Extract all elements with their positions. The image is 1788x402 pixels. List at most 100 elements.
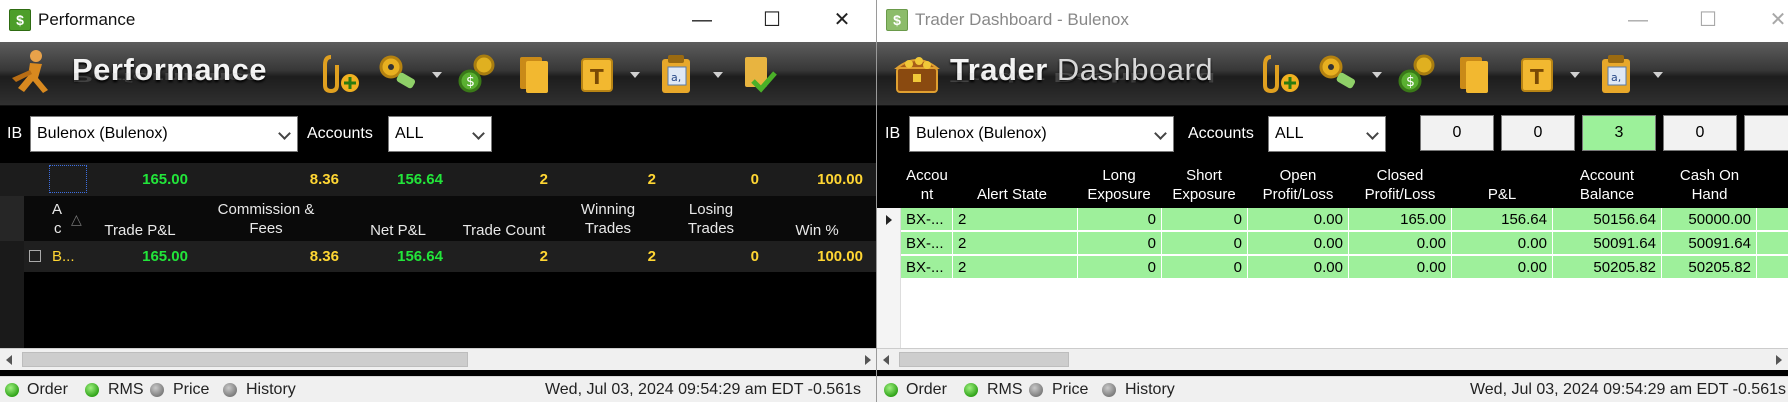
- add-attachment-tool[interactable]: [315, 48, 365, 100]
- maximize-button[interactable]: ☐: [737, 0, 807, 42]
- col-long-line2[interactable]: Exposure: [1077, 185, 1161, 204]
- template-tool[interactable]: T: [572, 48, 622, 100]
- col-win-pct[interactable]: Win %: [782, 221, 852, 240]
- close-button[interactable]: ✕: [807, 0, 876, 42]
- horizontal-scrollbar[interactable]: [877, 348, 1788, 370]
- dropdown-arrow-icon[interactable]: [432, 72, 442, 78]
- minimize-button[interactable]: —: [667, 0, 737, 42]
- folders-icon: [1460, 57, 1488, 93]
- row-header-gutter: [0, 196, 24, 241]
- performance-window: $ Performance — ☐ ✕ Performance Performa…: [0, 0, 877, 402]
- col-balance-line2[interactable]: Balance: [1553, 185, 1661, 204]
- col-losing-line2[interactable]: Trades: [674, 219, 748, 238]
- template-tool[interactable]: T: [1512, 48, 1562, 100]
- chevron-down-icon: [472, 127, 485, 140]
- col-winning-line2[interactable]: Trades: [566, 219, 650, 238]
- count-box-5[interactable]: [1744, 115, 1788, 151]
- col-short-line2[interactable]: Exposure: [1162, 185, 1246, 204]
- count-box-1[interactable]: 0: [1420, 115, 1494, 151]
- close-button[interactable]: ✕: [1743, 0, 1788, 42]
- treasure-chest-logo-icon: [894, 57, 940, 93]
- history-status-icon: [1102, 383, 1116, 397]
- row-expand-checkbox[interactable]: [29, 250, 41, 262]
- horizontal-scrollbar[interactable]: [0, 348, 876, 370]
- table-row[interactable]: BX-... 2 0 0 0.00 0.00 0.00 50091.64 500…: [901, 232, 1788, 255]
- scroll-right-icon[interactable]: [865, 355, 871, 365]
- scroll-left-icon[interactable]: [6, 355, 12, 365]
- col-open-line2[interactable]: Profit/Loss: [1248, 185, 1348, 204]
- folders-tool[interactable]: [1450, 48, 1500, 100]
- minimize-button[interactable]: —: [1603, 0, 1673, 42]
- dropdown-arrow-icon[interactable]: [630, 72, 640, 78]
- col-commission-line2[interactable]: Fees: [196, 219, 336, 238]
- col-cash-line2[interactable]: Hand: [1662, 185, 1757, 204]
- scrollbar-thumb[interactable]: [899, 352, 1069, 367]
- col-closed-line1[interactable]: Closed: [1349, 166, 1451, 185]
- row-header-gutter: [877, 208, 901, 348]
- title-bar: $ Performance — ☐ ✕: [0, 0, 876, 42]
- cell-long: 0: [1078, 232, 1162, 255]
- cell-short: 0: [1162, 256, 1248, 279]
- count-box-3[interactable]: 3: [1582, 115, 1656, 151]
- col-winning-line1[interactable]: Winning: [566, 200, 650, 219]
- money-settings-tool[interactable]: $: [452, 48, 502, 100]
- dropdown-arrow-icon[interactable]: [1372, 72, 1382, 78]
- cell-account: B...: [52, 248, 75, 265]
- history-status-label: History: [1125, 381, 1175, 398]
- count-box-2[interactable]: 0: [1501, 115, 1575, 151]
- folders-tool[interactable]: [510, 48, 560, 100]
- table-row[interactable]: B... 165.00 8.36 156.64 2 2 0 100.00: [24, 241, 876, 272]
- dropdown-arrow-icon[interactable]: [713, 72, 723, 78]
- dropdown-arrow-icon[interactable]: [1570, 72, 1580, 78]
- status-bar: Order RMS Price History Wed, Jul 03, 202…: [877, 376, 1788, 402]
- table-row[interactable]: BX-... 2 0 0 0.00 0.00 0.00 50205.82 502…: [901, 256, 1788, 279]
- export-tool[interactable]: [733, 48, 783, 100]
- accounts-select[interactable]: ALL: [1268, 116, 1386, 152]
- summary-row: 165.00 8.36 156.64 2 2 0 100.00: [0, 163, 876, 196]
- scroll-left-icon[interactable]: [883, 355, 889, 365]
- accounts-label: Accounts: [307, 125, 373, 142]
- accounts-select[interactable]: ALL: [388, 116, 492, 152]
- scroll-right-icon[interactable]: [1776, 355, 1782, 365]
- settings-key-tool[interactable]: [1313, 48, 1363, 100]
- col-account-line1[interactable]: Accou: [901, 166, 953, 185]
- col-trade-count[interactable]: Trade Count: [450, 221, 558, 240]
- col-short-line1[interactable]: Short: [1162, 166, 1246, 185]
- sort-ascending-icon[interactable]: △: [71, 210, 82, 229]
- dropdown-arrow-icon[interactable]: [1653, 72, 1663, 78]
- scrollbar-thumb[interactable]: [22, 352, 468, 367]
- svg-text:T: T: [1530, 65, 1544, 89]
- ib-select[interactable]: Bulenox (Bulenox): [909, 116, 1174, 152]
- add-attachment-tool[interactable]: [1255, 48, 1305, 100]
- clipboard-tool[interactable]: a,: [652, 48, 702, 100]
- col-alert-state[interactable]: Alert State: [953, 185, 1071, 204]
- col-account-line2[interactable]: nt: [901, 185, 953, 204]
- col-account-c[interactable]: c: [54, 219, 62, 238]
- maximize-button[interactable]: ☐: [1673, 0, 1743, 42]
- cell-losing: 0: [750, 248, 759, 265]
- money-settings-tool[interactable]: $: [1392, 48, 1442, 100]
- col-trade-pnl[interactable]: Trade P&L: [90, 221, 190, 240]
- clipboard-tool[interactable]: a,: [1592, 48, 1642, 100]
- col-long-line1[interactable]: Long: [1077, 166, 1161, 185]
- cell-cash: 50091.64: [1662, 232, 1757, 255]
- price-status-icon: [150, 383, 164, 397]
- rms-status-label: RMS: [108, 381, 144, 398]
- status-bar: Order RMS Price History Wed, Jul 03, 202…: [0, 376, 876, 402]
- col-open-line1[interactable]: Open: [1248, 166, 1348, 185]
- col-account-a[interactable]: A: [52, 200, 62, 219]
- table-row[interactable]: BX-... 2 0 0 0.00 165.00 156.64 50156.64…: [901, 208, 1788, 231]
- runner-logo-icon: [12, 50, 48, 93]
- col-commission-line1[interactable]: Commission &: [196, 200, 336, 219]
- col-net-pnl[interactable]: Net P&L: [358, 221, 438, 240]
- col-pnl[interactable]: P&L: [1452, 185, 1552, 204]
- col-cash-line1[interactable]: Cash On: [1662, 166, 1757, 185]
- cell-balance: 50156.64: [1553, 208, 1662, 231]
- col-balance-line1[interactable]: Account: [1553, 166, 1661, 185]
- ib-select[interactable]: Bulenox (Bulenox): [30, 116, 298, 152]
- settings-key-tool[interactable]: [373, 48, 423, 100]
- toolbar-banner: Trader Dashboard Trader Dashboard $ T a,: [877, 42, 1788, 106]
- col-losing-line1[interactable]: Losing: [674, 200, 748, 219]
- count-box-4[interactable]: 0: [1663, 115, 1737, 151]
- col-closed-line2[interactable]: Profit/Loss: [1349, 185, 1451, 204]
